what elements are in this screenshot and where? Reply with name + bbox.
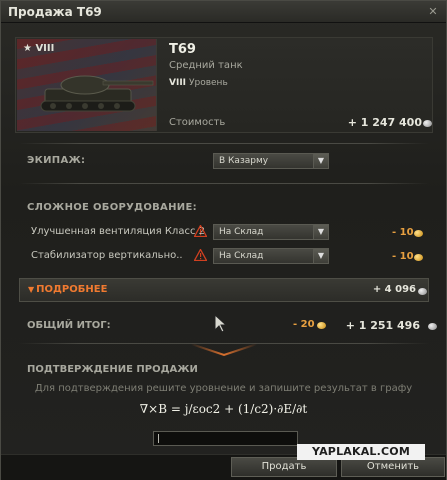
cancel-button[interactable]: Отменить	[341, 457, 445, 477]
equipment-name: Улучшенная вентиляция Класс 2	[31, 226, 205, 237]
tank-class: Средний танк	[169, 60, 243, 71]
sell-button[interactable]: Продать	[231, 457, 337, 477]
warning-icon	[194, 225, 207, 237]
chevron-down-icon[interactable]: ▼	[313, 249, 328, 263]
cost-value: + 1 247 400	[348, 116, 422, 129]
tank-level-label: Уровень	[189, 78, 228, 88]
details-value: + 4 096	[372, 284, 416, 295]
crew-dropdown[interactable]: В Казарму ▼	[213, 153, 329, 169]
tank-level: VIII Уровень	[169, 78, 228, 88]
tank-level-roman: VIII	[169, 78, 187, 88]
warning-icon	[194, 249, 207, 261]
total-label: ОБЩИЙ ИТОГ:	[27, 320, 111, 331]
total-gold: - 20	[293, 319, 315, 330]
details-toggle[interactable]: ▼ ПОДРОБНЕЕ + 4 096	[19, 278, 429, 302]
gold-coin-icon	[414, 230, 423, 237]
close-icon[interactable]: ✕	[426, 5, 440, 19]
window-title: Продажа T69	[8, 5, 102, 19]
gold-coin-icon	[414, 254, 423, 261]
crew-label: ЭКИПАЖ:	[27, 155, 86, 166]
total-silver: + 1 251 496	[345, 319, 420, 332]
equipment-destination-dropdown[interactable]: На Склад ▼	[213, 248, 329, 264]
confirmation-hint: Для подтверждения решите уровнение и зап…	[34, 383, 413, 394]
equipment-destination-value: На Склад	[219, 227, 264, 237]
equipment-destination-dropdown[interactable]: На Склад ▼	[213, 224, 329, 240]
title-bar[interactable]: Продажа T69 ✕	[1, 1, 446, 23]
details-label[interactable]: ▼ ПОДРОБНЕЕ	[28, 284, 107, 295]
confirmation-title: ПОДТВЕРЖДЕНИЕ ПРОДАЖИ	[27, 364, 198, 375]
silver-coin-icon	[423, 120, 432, 127]
sell-dialog: Продажа T69 ✕ ★ VIII T69 Средний танк VI…	[0, 0, 447, 480]
tank-tier-badge: ★ VIII	[23, 43, 55, 54]
equipment-price: - 10	[392, 227, 414, 238]
equipment-destination-value: На Склад	[219, 251, 264, 261]
crew-dropdown-value: В Казарму	[219, 156, 269, 166]
equipment-price: - 10	[392, 251, 414, 262]
details-label-text: ПОДРОБНЕЕ	[36, 284, 108, 295]
confirmation-answer-input[interactable]	[153, 431, 298, 446]
divider	[19, 143, 429, 144]
confirmation-formula: ∇×B = j/εoc2 + (1/c2)·∂E/∂t	[139, 402, 308, 416]
watermark: YAPLAKAL.COM	[297, 444, 425, 460]
mouse-cursor-icon	[214, 314, 228, 333]
tank-name: T69	[169, 42, 196, 57]
cost-label: Стоимость	[169, 117, 226, 128]
tank-thumbnail: ★ VIII	[17, 39, 157, 131]
silver-coin-icon	[418, 288, 427, 295]
equipment-label: СЛОЖНОЕ ОБОРУДОВАНИЕ:	[27, 202, 197, 213]
gold-coin-icon	[317, 322, 326, 329]
triangle-down-icon: ▼	[28, 285, 35, 294]
cost-amount: + 1 247 400	[347, 116, 422, 129]
divider	[19, 183, 429, 184]
chevron-down-icon[interactable]: ▼	[313, 225, 328, 239]
equipment-name: Стабилизатор вертикально..	[31, 250, 183, 261]
silver-coin-icon	[428, 323, 437, 330]
tank-info-panel: ★ VIII T69 Средний танк VIII Уровень Стои…	[15, 37, 433, 133]
chevron-down-icon[interactable]: ▼	[313, 154, 328, 168]
chevron-down-icon	[191, 343, 257, 357]
